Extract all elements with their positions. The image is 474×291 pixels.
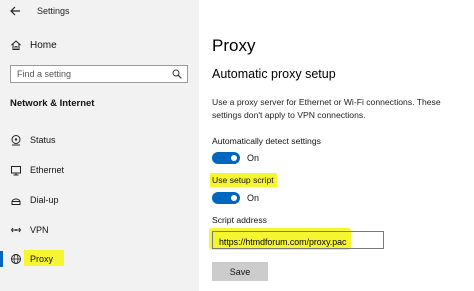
auto-detect-toggle[interactable] xyxy=(212,152,240,164)
script-address-box[interactable] xyxy=(212,231,384,250)
home-icon xyxy=(11,40,21,50)
sidebar-item-ethernet[interactable]: Ethernet xyxy=(0,160,199,180)
setup-script-toggle[interactable] xyxy=(212,192,240,204)
sidebar-item-status[interactable]: Status xyxy=(0,130,199,150)
vpn-icon xyxy=(10,227,22,233)
globe-icon xyxy=(11,254,21,264)
sidebar-item-label: Status xyxy=(30,135,56,145)
active-indicator xyxy=(0,251,3,267)
section-heading: Network & Internet xyxy=(10,98,95,109)
toggle-knob xyxy=(231,155,237,161)
auto-detect-state: On xyxy=(247,153,260,163)
setup-script-state: On xyxy=(247,193,260,203)
app-title: Settings xyxy=(37,6,70,16)
sidebar-item-label: Ethernet xyxy=(30,165,65,175)
search-input[interactable] xyxy=(11,66,161,82)
sidebar-item-dialup[interactable]: Dial-up xyxy=(0,190,199,210)
script-address-label: Script address xyxy=(212,215,267,225)
toggle-knob xyxy=(231,195,237,201)
ethernet-icon xyxy=(11,166,21,176)
page-title: Proxy xyxy=(212,36,256,55)
sidebar-item-label: Dial-up xyxy=(30,195,59,205)
auto-detect-label: Automatically detect settings xyxy=(212,136,321,146)
back-arrow-icon[interactable] xyxy=(9,5,21,17)
search-icon[interactable] xyxy=(172,69,182,79)
search-box[interactable] xyxy=(10,65,188,83)
sidebar-item-home[interactable]: Home xyxy=(0,36,199,56)
script-address-input[interactable] xyxy=(213,234,383,250)
title-bar: Settings xyxy=(0,0,199,24)
setup-script-label: Use setup script xyxy=(212,175,274,185)
save-button[interactable]: Save xyxy=(212,262,268,281)
section-title: Automatic proxy setup xyxy=(212,67,336,81)
dialup-icon xyxy=(11,198,21,205)
main-content: Proxy Automatic proxy setup Use a proxy … xyxy=(199,0,474,291)
description-text: Use a proxy server for Ethernet or Wi-Fi… xyxy=(212,97,441,120)
sidebar-item-vpn[interactable]: VPN xyxy=(0,220,199,240)
sidebar-item-proxy[interactable]: Proxy xyxy=(0,249,199,269)
sidebar-item-label: VPN xyxy=(30,225,49,235)
status-icon xyxy=(11,135,21,146)
sidebar-item-label: Home xyxy=(30,40,57,51)
sidebar: Settings Home Network & Internet Status … xyxy=(0,0,199,291)
sidebar-item-label: Proxy xyxy=(30,254,54,264)
